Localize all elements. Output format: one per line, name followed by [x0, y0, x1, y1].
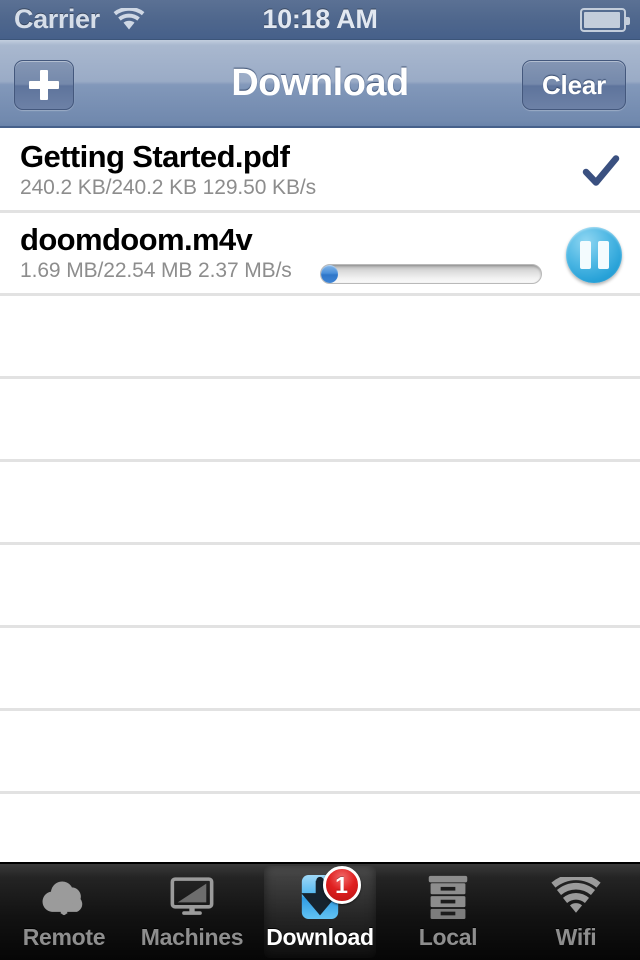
tab-bar[interactable]: Remote Machines Download 1 Local Wifi: [0, 862, 640, 960]
empty-table-row: [0, 296, 640, 379]
carrier-label: Carrier: [14, 4, 100, 34]
clear-button-label: Clear: [541, 69, 607, 100]
file-cabinet-icon: [420, 872, 476, 922]
tab-machines[interactable]: Machines: [128, 864, 256, 960]
empty-table-row: [0, 711, 640, 794]
download-detail: 240.2 KB/240.2 KB 129.50 KB/s: [20, 176, 316, 199]
tab-download[interactable]: Download 1: [256, 864, 384, 960]
empty-table-row: [0, 379, 640, 462]
status-bar: Carrier 10:18 AM: [0, 0, 640, 40]
tab-local[interactable]: Local: [384, 864, 512, 960]
status-bar-right: [580, 7, 630, 32]
tab-label: Remote: [22, 924, 106, 950]
checkmark-icon: [580, 151, 622, 193]
status-bar-left: Carrier: [14, 4, 146, 35]
tab-label: Download: [266, 924, 374, 950]
download-list[interactable]: Getting Started.pdf 240.2 KB/240.2 KB 12…: [0, 130, 640, 877]
empty-table-row: [0, 628, 640, 711]
status-wifi-icon: [112, 6, 146, 32]
clear-button[interactable]: Clear: [522, 60, 626, 110]
battery-icon: [580, 7, 630, 32]
download-name: Getting Started.pdf: [20, 139, 290, 174]
tab-label: Local: [418, 924, 478, 950]
progress-track: [320, 264, 542, 284]
battery-fill: [584, 11, 621, 28]
pause-icon-bar-left: [579, 240, 591, 269]
tab-remote[interactable]: Remote: [0, 864, 128, 960]
monitor-icon: [164, 872, 220, 922]
download-progress: [320, 264, 542, 284]
table-row[interactable]: doomdoom.m4v 1.69 MB/22.54 MB 2.37 MB/s: [0, 213, 640, 296]
tab-label: Wifi: [555, 924, 597, 950]
pause-icon-bar-right: [597, 240, 609, 269]
progress-fill: [321, 265, 338, 283]
app-screen: Carrier 10:18 AM Download Clear Getting …: [0, 0, 640, 960]
navigation-bar: Download Clear: [0, 40, 640, 128]
tab-wifi[interactable]: Wifi: [512, 864, 640, 960]
download-name: doomdoom.m4v: [20, 222, 253, 257]
row-accessory: [580, 130, 622, 213]
tab-label: Machines: [140, 924, 244, 950]
table-row[interactable]: Getting Started.pdf 240.2 KB/240.2 KB 12…: [0, 130, 640, 213]
pause-button[interactable]: [566, 226, 622, 283]
tab-badge: 1: [322, 866, 361, 904]
page-title: Download: [231, 61, 409, 104]
cloud-upload-icon: [36, 872, 92, 922]
plus-icon: [29, 70, 59, 100]
empty-rows-container: [0, 296, 640, 877]
add-download-button[interactable]: [14, 60, 74, 110]
wifi-icon: [548, 872, 604, 922]
empty-table-row: [0, 545, 640, 628]
empty-table-row: [0, 462, 640, 545]
row-accessory: [566, 213, 622, 296]
